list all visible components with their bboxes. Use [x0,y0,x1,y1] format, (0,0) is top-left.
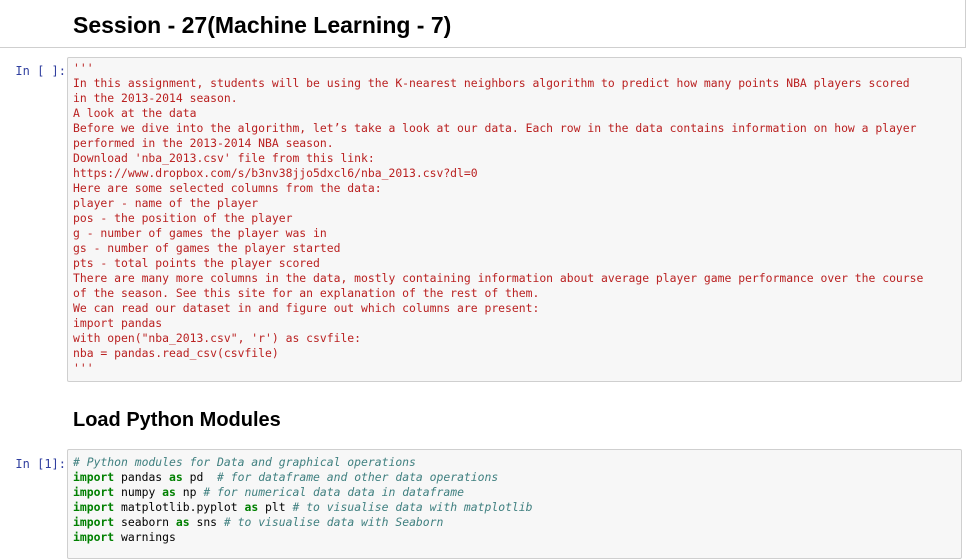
code-line: nba = pandas.read_csv(csvfile) [73,346,279,360]
module-alias: sns [189,515,224,529]
code-comment: # for numerical data data in dataframe [203,485,464,499]
markdown-cell-title[interactable]: Session - 27(Machine Learning - 7) [0,0,966,48]
code-line: import seaborn as sns # to visualise dat… [73,515,961,530]
keyword-import: import [73,530,115,544]
keyword-import: import [73,515,115,529]
code-line: with open("nba_2013.csv", 'r') as csvfil… [73,331,362,345]
code-line: g - number of games the player was in [73,226,327,240]
keyword-as: as [244,500,259,514]
keyword-as: as [169,470,183,484]
code-cell-docstring[interactable]: ''' In this assignment, students will be … [67,57,962,382]
code-comment: # for dataframe and other data operation… [217,470,499,484]
code-line: import numpy as np # for numerical data … [73,485,961,500]
module-name: warnings [114,530,176,544]
module-name: pandas [114,470,170,484]
code-line: player - name of the player [73,196,259,210]
code-line: ''' [73,361,94,375]
input-prompt-cell1: In [ ]: [15,64,66,78]
code-line: pts - total points the player scored [73,256,320,270]
code-comment: # to visualise data with matplotlib [292,500,533,514]
code-line: There are many more columns in the data,… [73,271,924,285]
code-line: import matplotlib.pyplot as plt # to vis… [73,500,961,515]
keyword-import: import [73,500,115,514]
code-line: https://www.dropbox.com/s/b3nv38jjo5dxcl… [73,166,478,180]
code-comment: # Python modules for Data and graphical … [73,455,416,469]
input-prompt-cell2: In [1]: [15,457,66,471]
code-line: gs - number of games the player started [73,241,341,255]
code-line: Download 'nba_2013.csv' file from this l… [73,151,375,165]
module-name: numpy [114,485,163,499]
code-line: Here are some selected columns from the … [73,181,382,195]
code-comment: # to visualise data with Seaborn [223,515,444,529]
keyword-as: as [162,485,176,499]
code-line: In this assignment, students will be usi… [73,76,910,90]
module-alias: plt [258,500,293,514]
code-line: We can read our dataset in and figure ou… [73,301,540,315]
notebook-title: Session - 27(Machine Learning - 7) [73,12,452,38]
code-line: Before we dive into the algorithm, let’s… [73,121,917,135]
keyword-import: import [73,470,115,484]
keyword-as: as [175,515,190,529]
code-line: import pandas [73,316,163,330]
module-name: seaborn [114,515,176,529]
code-line: import pandas as pd # for dataframe and … [73,470,961,485]
code-line: pos - the position of the player [73,211,293,225]
module-alias: pd [182,470,218,484]
module-alias: np [175,485,204,499]
code-editor[interactable]: # Python modules for Data and graphical … [68,450,961,545]
code-line: performed in the 2013-2014 NBA season. [73,136,334,150]
keyword-import: import [73,485,115,499]
section-heading: Load Python Modules [73,409,281,431]
code-line: A look at the data [73,106,197,120]
code-line: of the season. See this site for an expl… [73,286,540,300]
module-name: matplotlib.pyplot [114,500,245,514]
code-line: ''' [73,61,94,75]
code-editor[interactable]: ''' In this assignment, students will be … [68,58,961,376]
code-line: in the 2013-2014 season. [73,91,238,105]
